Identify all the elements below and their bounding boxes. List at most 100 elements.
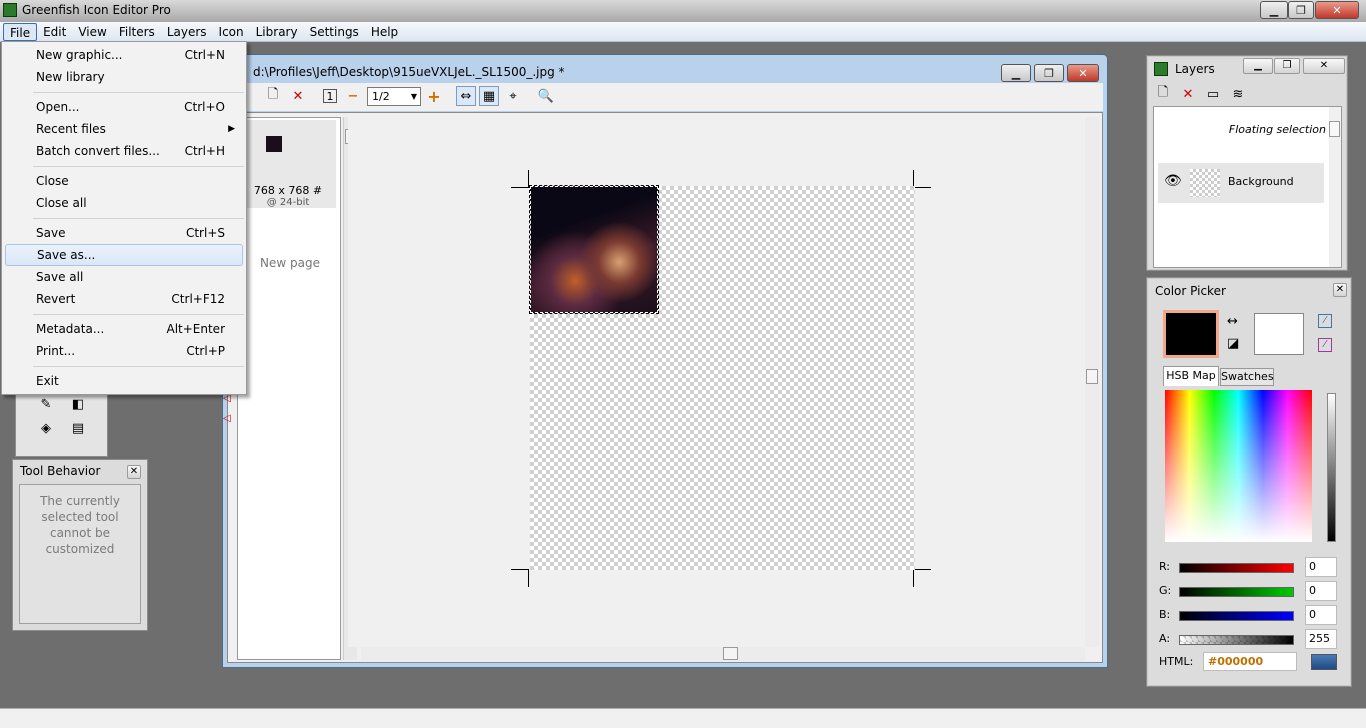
new-page-label[interactable]: New page	[238, 256, 342, 270]
doc-close-button[interactable]: ✕	[1067, 64, 1099, 82]
green-slider[interactable]	[1179, 587, 1294, 597]
menu-open[interactable]: Open... Ctrl+O	[5, 96, 243, 118]
fill-tool-icon[interactable]: ◈	[36, 418, 56, 438]
menu-new-graphic[interactable]: New graphic... Ctrl+N	[5, 44, 243, 66]
merge-layers-icon[interactable]: ≋	[1228, 84, 1248, 104]
new-page-icon[interactable]: 🗋	[263, 86, 283, 106]
actual-size-icon[interactable]: 1	[323, 89, 337, 103]
layers-scrollbar[interactable]	[1329, 107, 1341, 267]
fit-width-icon[interactable]: ⇔	[456, 86, 476, 106]
html-color-input[interactable]: #000000	[1203, 652, 1297, 671]
menu-exit[interactable]: Exit	[5, 370, 243, 392]
floating-selection-image[interactable]	[529, 185, 659, 314]
secondary-color-swatch[interactable]	[1254, 313, 1304, 355]
menu-close[interactable]: Close	[5, 170, 243, 192]
reset-colors-icon[interactable]: ◪	[1227, 336, 1239, 351]
menu-item-label: New library	[36, 70, 105, 84]
eye-icon[interactable]: 👁	[1164, 173, 1182, 189]
menu-save[interactable]: Save Ctrl+S	[5, 222, 243, 244]
menu-item-label: Revert	[36, 292, 76, 306]
search-icon[interactable]: 🔍	[536, 86, 556, 106]
green-value[interactable]: 0	[1305, 581, 1337, 601]
color-picker-close-icon[interactable]: ✕	[1333, 283, 1347, 297]
tab-hsb-map[interactable]: HSB Map	[1163, 366, 1219, 386]
zoom-in-icon[interactable]: +	[424, 86, 444, 106]
horizontal-scroll-thumb[interactable]	[723, 647, 738, 660]
minimize-button[interactable]: ▁	[1260, 1, 1288, 19]
b-label: B:	[1159, 608, 1171, 621]
crop-mark-top-right	[913, 170, 931, 188]
crop-mark-bottom-right	[913, 569, 931, 587]
menu-item-label: Exit	[36, 374, 59, 388]
layer-properties-icon[interactable]: ▭	[1203, 84, 1223, 104]
close-button[interactable]: ✕	[1315, 1, 1359, 19]
crosshair-icon[interactable]: ⌖	[503, 86, 523, 106]
layers-minimize-button[interactable]: ▁	[1243, 58, 1273, 74]
menu-help[interactable]: Help	[365, 23, 404, 41]
document-window: d:\Profiles\Jeff\Desktop\915ueVXLJeL._SL…	[222, 54, 1108, 668]
menu-revert[interactable]: Revert Ctrl+F12	[5, 288, 243, 310]
swap-colors-icon[interactable]: ↔	[1227, 314, 1238, 329]
menu-new-library[interactable]: New library	[5, 66, 243, 88]
canvas-vertical-scrollbar[interactable]	[1085, 117, 1099, 647]
delete-layer-icon[interactable]: ✕	[1178, 84, 1198, 104]
blue-slider[interactable]	[1179, 611, 1294, 621]
menu-print[interactable]: Print... Ctrl+P	[5, 340, 243, 362]
menu-layers[interactable]: Layers	[161, 23, 213, 41]
primary-color-swatch[interactable]	[1163, 310, 1219, 358]
alpha-slider[interactable]	[1179, 635, 1294, 645]
layers-panel: Layers ▁ ❐ ✕ 🗋 ✕ ▭ ≋ Floating selection …	[1146, 55, 1348, 271]
file-menu: New graphic... Ctrl+N New library Open...…	[1, 41, 247, 395]
layers-close-button[interactable]: ✕	[1303, 58, 1345, 74]
layer-floating-selection[interactable]: Floating selection	[1154, 123, 1326, 136]
inverted-color-icon[interactable]: ⁄	[1318, 338, 1332, 352]
menu-settings[interactable]: Settings	[304, 23, 365, 41]
new-layer-icon[interactable]: 🗋	[1153, 84, 1173, 104]
menu-metadata[interactable]: Metadata... Alt+Enter	[5, 318, 243, 340]
menu-view[interactable]: View	[72, 23, 112, 41]
tab-swatches[interactable]: Swatches	[1220, 368, 1274, 386]
zoom-out-icon[interactable]: −	[343, 86, 363, 106]
brightness-slider[interactable]	[1327, 393, 1336, 542]
hsb-color-map[interactable]	[1165, 390, 1312, 542]
zoom-select[interactable]: 1/2 ▼	[367, 87, 421, 106]
restore-button[interactable]: ❐	[1288, 1, 1314, 19]
delete-page-icon[interactable]: ✕	[288, 86, 308, 106]
menu-close-all[interactable]: Close all	[5, 192, 243, 214]
menu-edit[interactable]: Edit	[37, 23, 72, 41]
screen-picker-icon[interactable]	[1311, 654, 1337, 670]
gradient-tool-icon[interactable]: ▤	[68, 418, 88, 438]
blue-value[interactable]: 0	[1305, 605, 1337, 625]
menu-icon[interactable]: Icon	[213, 23, 250, 41]
grid-icon[interactable]: ▦	[479, 86, 499, 106]
vertical-scroll-thumb[interactable]	[1086, 369, 1098, 384]
menu-file[interactable]: File	[3, 22, 38, 41]
chevron-down-icon: ▼	[410, 92, 417, 101]
doc-minimize-button[interactable]: ▁	[1001, 64, 1031, 82]
menu-save-as[interactable]: Save as...	[5, 244, 243, 266]
red-value[interactable]: 0	[1305, 557, 1337, 577]
menu-save-all[interactable]: Save all	[5, 266, 243, 288]
menu-recent-files[interactable]: Recent files ▶	[5, 118, 243, 140]
zoom-value: 1/2	[372, 90, 390, 103]
transparent-color-icon[interactable]: ⁄	[1318, 314, 1332, 328]
page-thumbnail[interactable]: 768 x 768 # @ 24-bit	[240, 120, 336, 208]
menu-batch-convert[interactable]: Batch convert files... Ctrl+H	[5, 140, 243, 162]
crop-mark-bottom-left	[511, 569, 529, 587]
alpha-value[interactable]: 255	[1305, 629, 1337, 649]
red-slider[interactable]	[1179, 563, 1294, 573]
menu-item-label: Open...	[36, 100, 80, 114]
menu-library[interactable]: Library	[250, 23, 304, 41]
eraser-tool-icon[interactable]: ✎	[36, 394, 56, 414]
thumbnail-image	[266, 136, 282, 152]
tool-behavior-close-icon[interactable]: ✕	[127, 465, 141, 479]
layers-restore-button[interactable]: ❐	[1274, 58, 1300, 74]
layers-scroll-thumb[interactable]	[1329, 121, 1340, 137]
document-title: d:\Profiles\Jeff\Desktop\915ueVXLJeL._SL…	[253, 65, 565, 79]
canvas-horizontal-scrollbar[interactable]	[361, 647, 1085, 661]
doc-restore-button[interactable]: ❐	[1034, 64, 1064, 82]
menu-filters[interactable]: Filters	[113, 23, 161, 41]
layer-background-row[interactable]: 👁 Background	[1158, 163, 1324, 203]
clone-tool-icon[interactable]: ◧	[68, 394, 88, 414]
menu-separator	[33, 166, 244, 167]
